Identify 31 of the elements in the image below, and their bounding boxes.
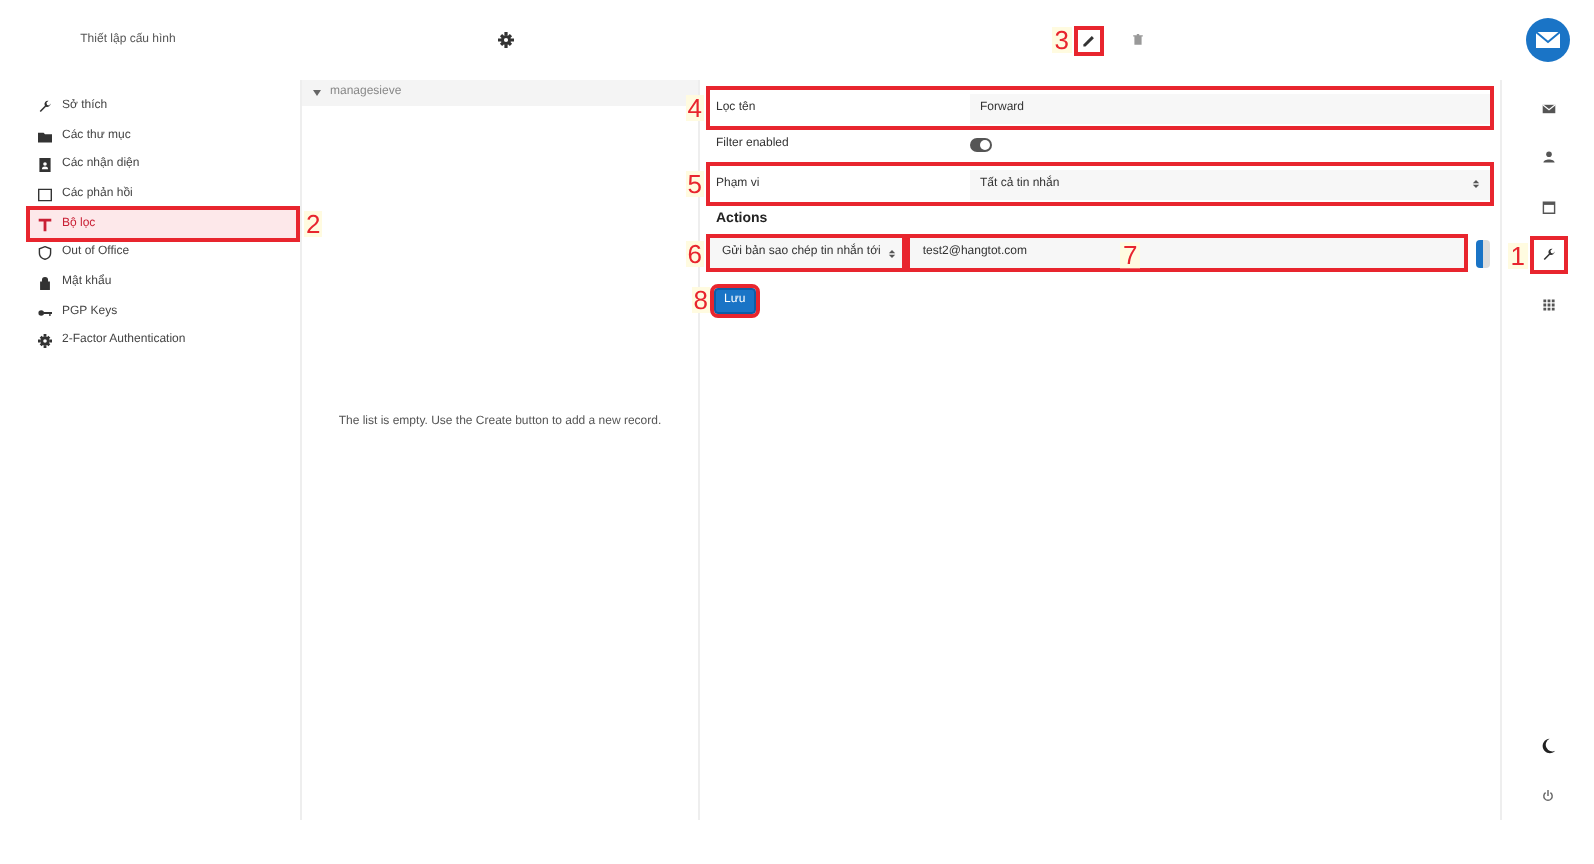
wrench-icon — [38, 99, 52, 114]
grid-icon[interactable] — [1541, 297, 1555, 312]
moon-icon[interactable] — [1540, 738, 1556, 755]
shield-icon — [38, 246, 52, 261]
callout-number: 1 — [1508, 242, 1527, 269]
callout-number: 3 — [1052, 27, 1071, 53]
sort-caret-icon — [888, 247, 897, 259]
settings-icon[interactable] — [498, 32, 514, 48]
id-card-icon — [38, 158, 52, 173]
callout-number: 4 — [685, 95, 704, 121]
trash-icon[interactable] — [1131, 34, 1143, 46]
callout-number: 8 — [691, 287, 710, 314]
power-icon[interactable] — [1542, 789, 1554, 802]
filter-icon — [38, 217, 52, 232]
add-remove-buttons[interactable] — [1476, 239, 1490, 267]
key-icon — [38, 305, 52, 320]
reply-box-icon — [38, 187, 52, 202]
sort-caret-icon — [1472, 178, 1480, 190]
callout-number: 7 — [1120, 241, 1140, 268]
lock-icon — [38, 275, 52, 290]
filter-enabled-toggle[interactable] — [970, 138, 992, 152]
calendar-icon[interactable] — [1541, 199, 1555, 214]
callout-number: 2 — [304, 211, 323, 238]
callout-number: 6 — [685, 240, 704, 266]
callout-number: 5 — [685, 171, 704, 197]
gear-icon — [38, 334, 52, 349]
folder-icon — [38, 129, 52, 144]
wrench-icon[interactable] — [1541, 248, 1555, 263]
envelope-icon[interactable] — [1541, 101, 1555, 116]
mail-logo-icon[interactable] — [1525, 18, 1569, 62]
person-icon[interactable] — [1541, 150, 1555, 165]
